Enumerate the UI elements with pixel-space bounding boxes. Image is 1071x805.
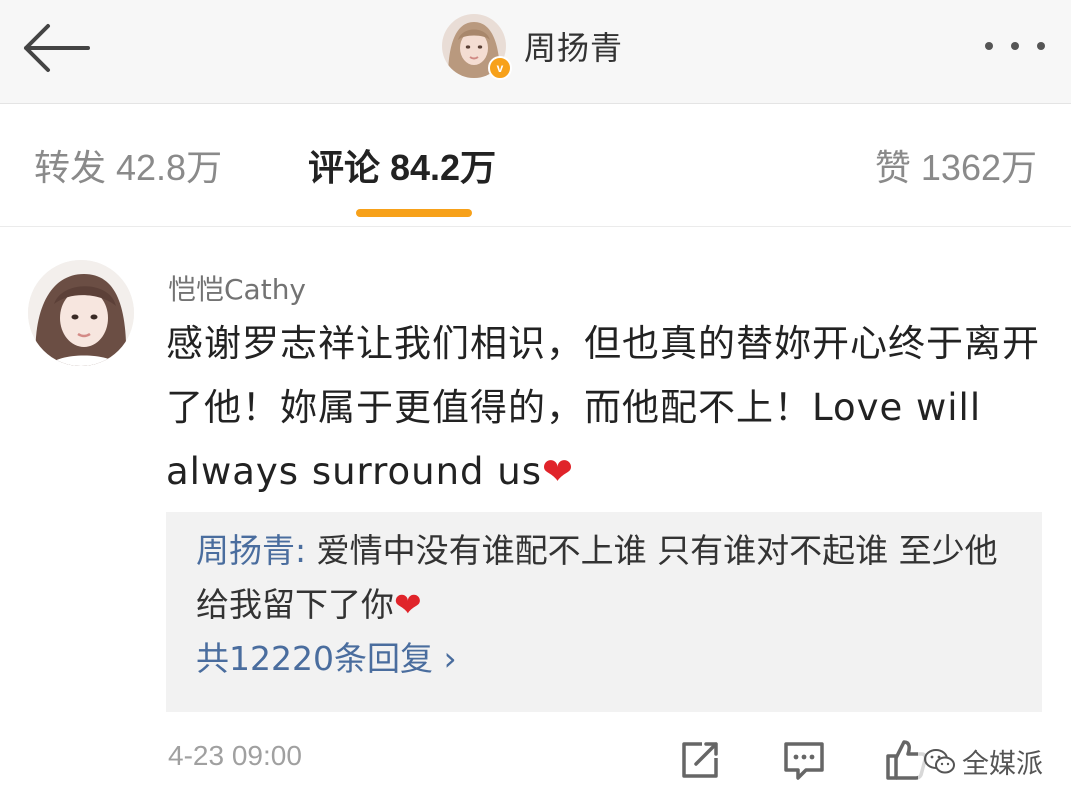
verified-badge-icon: v	[488, 56, 512, 80]
tab-comment-count: 84.2万	[390, 147, 497, 188]
reply-body: 爱情中没有谁配不上谁 只有谁对不起谁 至少他给我留下了你	[196, 531, 998, 624]
watermark: 全媒派	[918, 740, 1049, 783]
tab-repost-label: 转发	[34, 148, 107, 189]
share-icon[interactable]	[678, 738, 722, 782]
page-title: 周扬青	[524, 29, 624, 67]
reply-author[interactable]: 周扬青:	[196, 531, 306, 570]
tab-comment[interactable]: 评论 84.2万	[308, 143, 496, 193]
avatar[interactable]: v	[442, 14, 512, 80]
comment-body: 感谢罗志祥让我们相识，但也真的替妳开心终于离开了他！妳属于更值得的，而他配不上！…	[166, 322, 1040, 493]
comment-icon[interactable]	[782, 738, 826, 782]
comment-item: 恺恺Cathy 感谢罗志祥让我们相识，但也真的替妳开心终于离开了他！妳属于更值得…	[0, 228, 1071, 805]
comment-text: 感谢罗志祥让我们相识，但也真的替妳开心终于离开了他！妳属于更值得的，而他配不上！…	[166, 312, 1046, 504]
tab-repost[interactable]: 转发 42.8万	[34, 143, 222, 193]
active-tab-indicator	[356, 209, 472, 217]
comment-timestamp: 4-23 09:00	[168, 740, 302, 771]
heart-icon: ❤	[542, 450, 575, 493]
top-nav-bar: v 周扬青	[0, 0, 1071, 104]
comment-username[interactable]: 恺恺Cathy	[168, 268, 306, 308]
view-replies-link[interactable]: 共12220条回复 ›	[196, 632, 457, 686]
tab-bar: 转发 42.8万 评论 84.2万 赞 1362万	[0, 105, 1071, 227]
watermark-text: 全媒派	[962, 749, 1043, 780]
heart-icon: ❤	[394, 585, 422, 624]
comment-avatar[interactable]	[28, 260, 134, 366]
tab-comment-label: 评论	[308, 148, 381, 189]
tab-like[interactable]: 赞 1362万	[875, 143, 1037, 193]
reply-preview[interactable]: 周扬青: 爱情中没有谁配不上谁 只有谁对不起谁 至少他给我留下了你❤ 共1222…	[166, 512, 1042, 712]
tab-like-label: 赞	[874, 148, 911, 189]
wechat-icon	[924, 748, 955, 773]
more-dots-icon[interactable]	[975, 28, 1055, 64]
tab-repost-count: 42.8万	[116, 147, 223, 188]
back-arrow-icon[interactable]	[18, 20, 94, 76]
reply-content: 周扬青: 爱情中没有谁配不上谁 只有谁对不起谁 至少他给我留下了你❤	[196, 524, 1026, 632]
profile-header[interactable]: v 周扬青	[442, 12, 623, 80]
tab-like-count: 1362万	[920, 147, 1037, 188]
